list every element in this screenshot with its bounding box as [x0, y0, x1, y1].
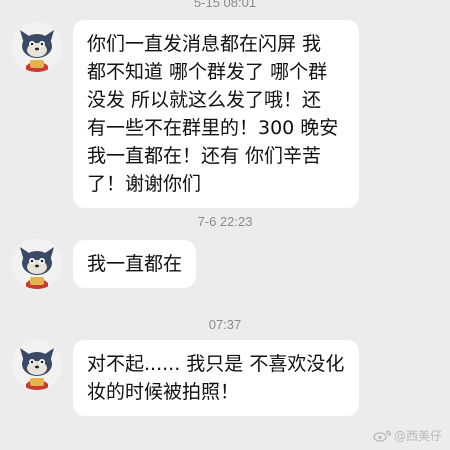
message-bubble-2[interactable]: 我一直都在 — [73, 240, 197, 288]
timestamp-3: 07:37 — [208, 317, 242, 332]
cat-avatar-icon — [12, 340, 62, 390]
avatar[interactable] — [12, 340, 62, 390]
weibo-watermark: @西美仔 — [373, 427, 442, 444]
timestamp-1: 5-15 08:01 — [193, 0, 257, 10]
message-bubble-3[interactable]: 对不起...... 我只是 不喜欢没化 妆的时候被拍照！ — [73, 340, 359, 416]
timestamp-2: 7-6 22:23 — [197, 214, 253, 229]
avatar[interactable] — [12, 22, 62, 72]
watermark-text: @西美仔 — [393, 429, 442, 443]
cat-avatar-icon — [12, 22, 62, 72]
weibo-logo-icon — [373, 429, 391, 442]
avatar[interactable] — [12, 239, 62, 289]
message-bubble-1[interactable]: 你们一直发消息都在闪屏 我 都不知道 哪个群发了 哪个群 没发 所以就这么发了哦… — [73, 20, 359, 208]
cat-avatar-icon — [12, 239, 62, 289]
